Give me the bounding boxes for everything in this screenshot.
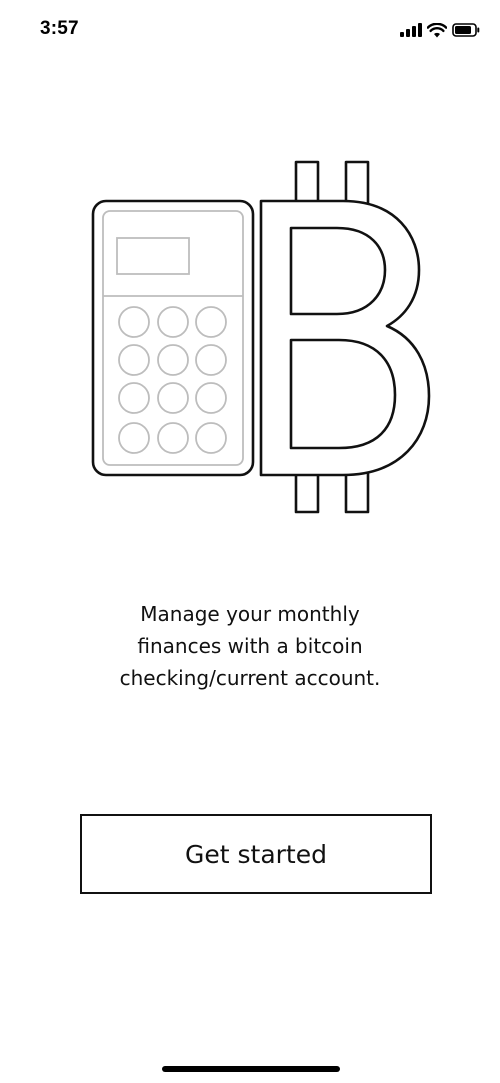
- home-indicator[interactable]: [162, 1066, 340, 1072]
- cellular-signal-icon: [400, 23, 422, 37]
- get-started-button[interactable]: Get started: [80, 814, 432, 894]
- onboarding-illustration: [85, 150, 435, 520]
- bitcoin-icon: [259, 160, 431, 514]
- get-started-label: Get started: [185, 839, 327, 869]
- wifi-icon: [427, 22, 447, 38]
- illustration-svg: [91, 160, 431, 514]
- battery-icon: [452, 23, 480, 37]
- calculator-icon: [91, 199, 255, 477]
- onboarding-message: Manage your monthly finances with a bitc…: [119, 602, 381, 690]
- status-icons: [400, 20, 480, 40]
- status-time: 3:57: [40, 18, 79, 39]
- status-bar: 3:57: [0, 0, 500, 60]
